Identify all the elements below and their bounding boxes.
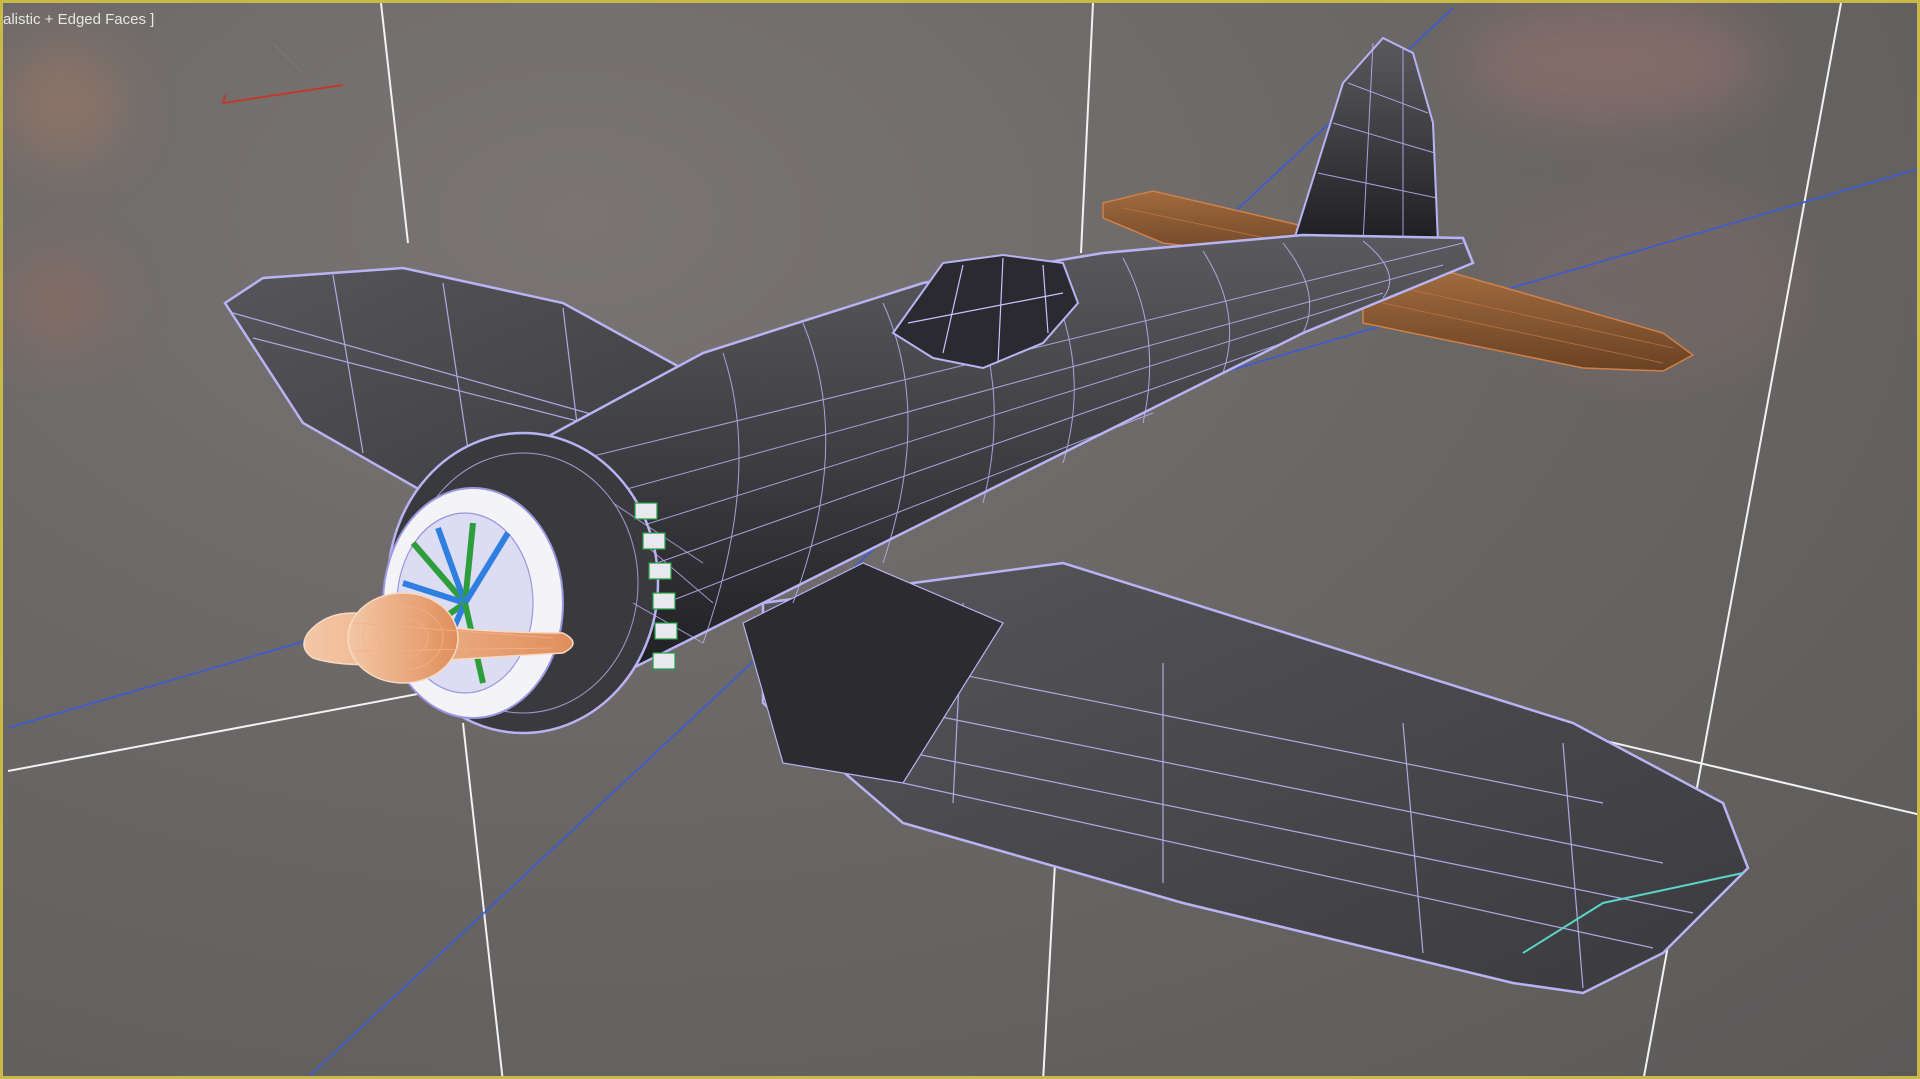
tail-fin [1291, 36, 1440, 244]
view-axis-gizmo [222, 42, 344, 104]
3d-viewport[interactable]: alistic + Edged Faces ] [0, 0, 1920, 1079]
viewport-shading-label[interactable]: alistic + Edged Faces ] [3, 11, 154, 28]
scene-render[interactable] [3, 3, 1920, 1079]
